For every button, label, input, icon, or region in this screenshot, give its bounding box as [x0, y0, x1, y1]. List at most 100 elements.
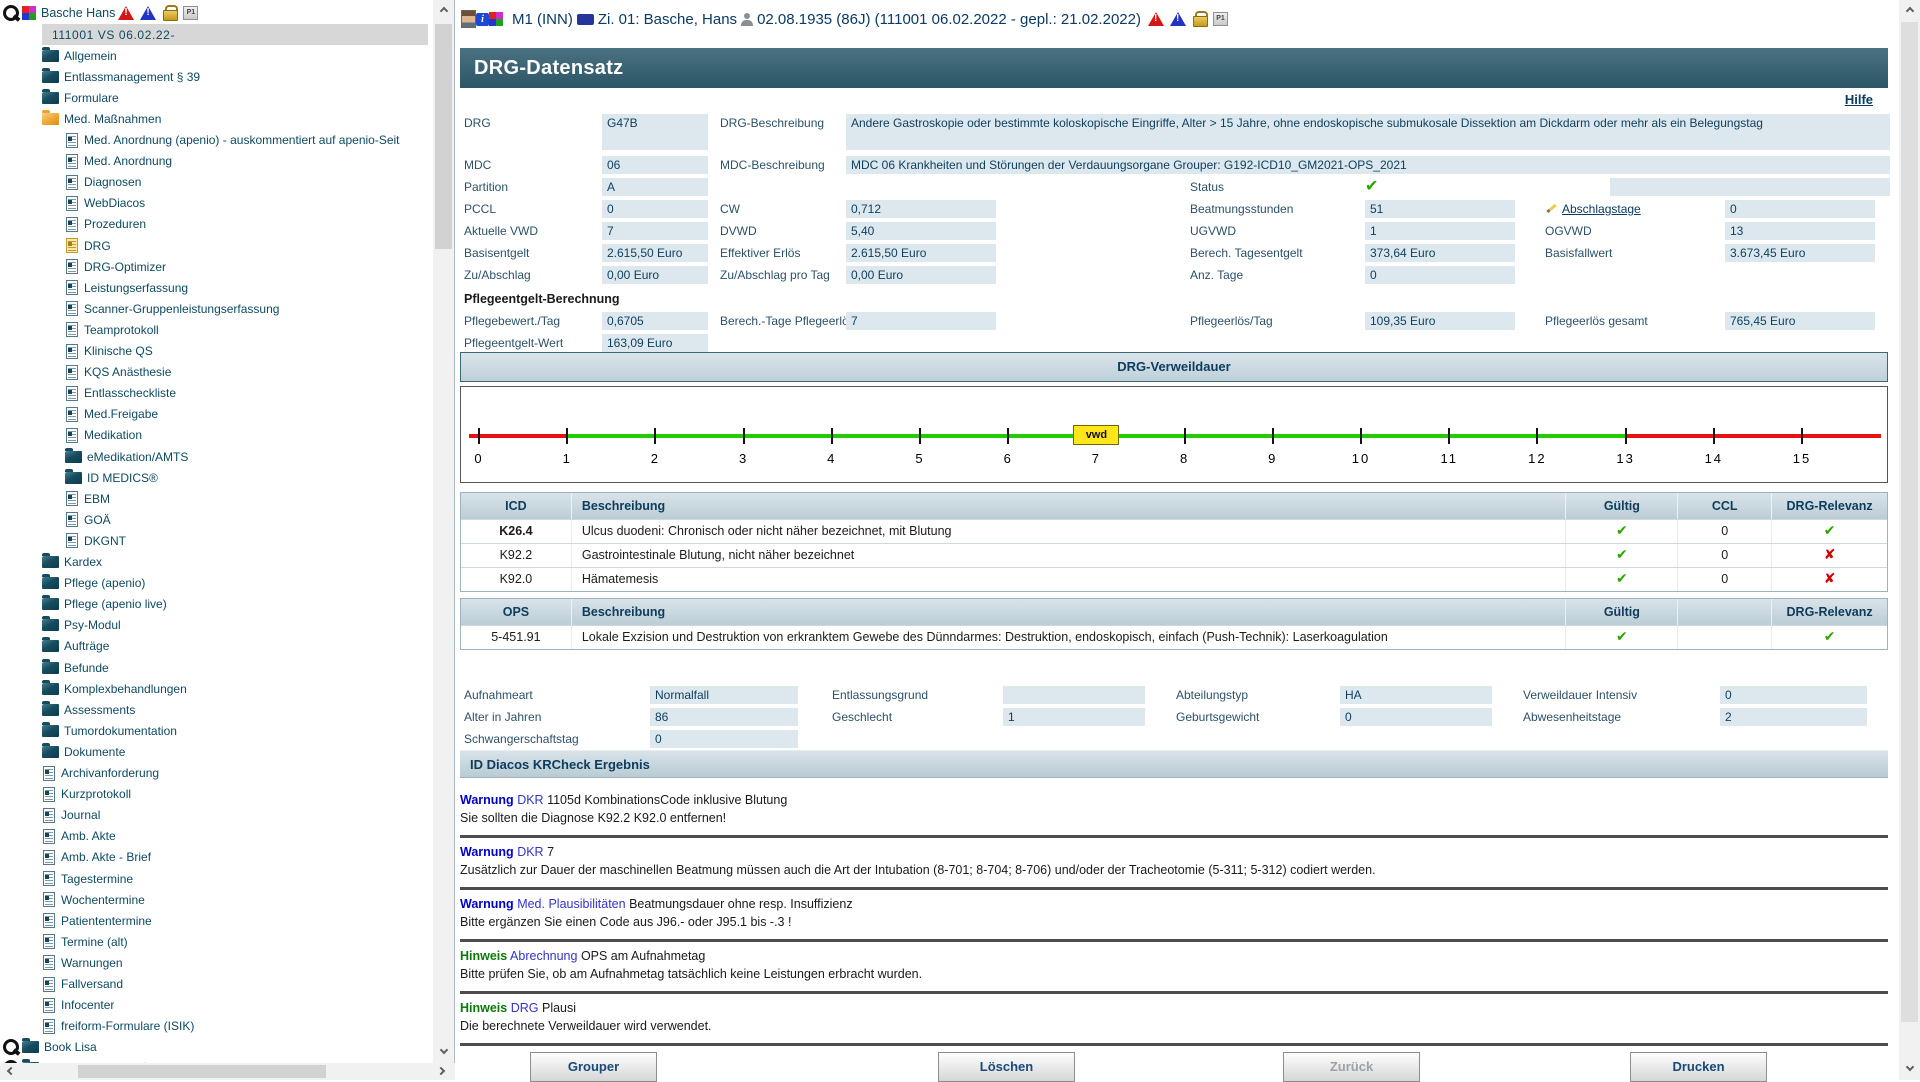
field-value-ugvwd[interactable]: 1	[1365, 222, 1515, 240]
loeschen-button[interactable]: Löschen	[938, 1052, 1075, 1082]
sidebar-item-go[interactable]: GOÄ	[65, 509, 111, 530]
sidebar-scroll-right-arrow[interactable]	[433, 1063, 454, 1080]
ops-row-5-451-91[interactable]: 5-451.91Lokale Exzision und Destruktion …	[461, 625, 1887, 649]
field-label-abschlagstage[interactable]: Abschlagstage	[1545, 202, 1641, 216]
sidebar-item-med-anordnung-apenio-auskommentiert-auf-ap[interactable]: Med. Anordnung (apenio) - auskommentiert…	[65, 130, 400, 151]
sidebar-item-befunde[interactable]: Befunde	[42, 657, 109, 678]
field-value-dvwd[interactable]: 5,40	[846, 222, 996, 240]
drucken-button[interactable]: Drucken	[1630, 1052, 1767, 1082]
sidebar-item-teamprotokoll[interactable]: Teamprotokoll	[65, 319, 159, 340]
field-value-effektiver_erloes[interactable]: 2.615,50 Euro	[846, 244, 996, 262]
sidebar-item-klinische-qs[interactable]: Klinische QS	[65, 341, 153, 362]
field-value-anz_tage[interactable]: 0	[1365, 266, 1515, 284]
field-value-berech_tagesentgelt[interactable]: 373,64 Euro	[1365, 244, 1515, 262]
sidebar-item-patiententermine[interactable]: Patiententermine	[42, 910, 152, 931]
field-value-pccl[interactable]: 0	[602, 200, 708, 218]
sidebar-item-assessments[interactable]: Assessments	[42, 699, 135, 720]
sidebar-item-formulare[interactable]: Formulare	[42, 87, 119, 108]
sidebar-vscroll-thumb[interactable]	[435, 24, 452, 249]
message-category-link[interactable]: DKR	[517, 793, 543, 807]
field-value-abteilungstyp[interactable]: HA	[1340, 686, 1492, 704]
icd-row-k26-4[interactable]: K26.4Ulcus duodeni: Chronisch oder nicht…	[461, 519, 1887, 543]
sidebar-item-diagnosen[interactable]: Diagnosen	[65, 172, 141, 193]
field-value-verweildauer_intensiv[interactable]: 0	[1720, 686, 1867, 704]
help-link[interactable]: Hilfe	[1845, 92, 1873, 107]
main-scroll-down-arrow[interactable]	[1899, 1060, 1920, 1078]
sidebar-scroll-up-arrow[interactable]	[433, 0, 454, 18]
sidebar-item-prozeduren[interactable]: Prozeduren	[65, 214, 146, 235]
field-value-mdc_beschreibung[interactable]: MDC 06 Krankheiten und Störungen der Ver…	[846, 156, 1890, 174]
main-vscroll-thumb[interactable]	[1901, 22, 1918, 1022]
field-value-drg[interactable]: G47B	[602, 114, 708, 150]
field-value-aktuelle_vwd[interactable]: 7	[602, 222, 708, 240]
message-category-link[interactable]: DKR	[517, 845, 543, 859]
field-value-partition[interactable]: A	[602, 178, 708, 196]
field-value-geburtsgewicht[interactable]: 0	[1340, 708, 1492, 726]
field-value-abwesenheitstage[interactable]: 2	[1720, 708, 1867, 726]
sidebar-item-auftr-ge[interactable]: Aufträge	[42, 636, 109, 657]
sidebar-item-med-anordnung[interactable]: Med. Anordnung	[65, 151, 172, 172]
sidebar-item-kurzprotokoll[interactable]: Kurzprotokoll	[42, 784, 131, 805]
patient-photo-icon[interactable]	[461, 10, 476, 28]
field-value-mdc[interactable]: 06	[602, 156, 708, 174]
icd-row-k92-0[interactable]: K92.0Hämatemesis✔0✘	[461, 567, 1887, 591]
sidebar-item-tagestermine[interactable]: Tagestermine	[42, 868, 133, 889]
main-vscrollbar[interactable]	[1899, 0, 1920, 1080]
field-value-berech_tage_pflegeerloes[interactable]: 7	[846, 312, 996, 330]
sidebar-item-entlasscheckliste[interactable]: Entlasscheckliste	[65, 383, 176, 404]
sidebar-item-emedikation-amts[interactable]: eMedikation/AMTS	[65, 446, 188, 467]
zurueck-button[interactable]: Zurück	[1283, 1052, 1420, 1082]
warning-red-icon[interactable]	[1148, 12, 1164, 26]
sidebar-item-drg-optimizer[interactable]: DRG-Optimizer	[65, 256, 166, 277]
sidebar-item-kardex[interactable]: Kardex	[42, 552, 102, 573]
message-category-link[interactable]: DRG	[511, 1001, 539, 1015]
field-value-cw[interactable]: 0,712	[846, 200, 996, 218]
sidebar-item-ebm[interactable]: EBM	[65, 488, 110, 509]
sidebar-item-scanner-gruppenleistungserfassung[interactable]: Scanner-Gruppenleistungserfassung	[65, 298, 279, 319]
field-value-pflegeentgelt_wert[interactable]: 163,09 Euro	[602, 334, 708, 352]
sidebar-scroll-left-arrow[interactable]	[0, 1063, 18, 1080]
sidebar-item-amb-akte-brief[interactable]: Amb. Akte - Brief	[42, 847, 151, 868]
field-value-pflegeerloes_gesamt[interactable]: 765,45 Euro	[1725, 312, 1875, 330]
sidebar-item-id-medics[interactable]: ID MEDICS®	[65, 467, 158, 488]
sidebar-item-termine-alt[interactable]: Termine (alt)	[42, 931, 128, 952]
field-value-entlassungsgrund[interactable]	[1003, 686, 1145, 704]
sidebar-item-med-freigabe[interactable]: Med.Freigabe	[65, 404, 158, 425]
sidebar-item-drg[interactable]: DRG	[65, 235, 111, 256]
sidebar-item-wochentermine[interactable]: Wochentermine	[42, 889, 145, 910]
field-value-basisfallwert[interactable]: 3.673,45 Euro	[1725, 244, 1875, 262]
sidebar-scroll-down-arrow[interactable]	[433, 1043, 454, 1061]
warning-blue-icon[interactable]	[1170, 12, 1186, 26]
message-category-link[interactable]: Abrechnung	[510, 949, 577, 963]
sidebar-item-infocenter[interactable]: Infocenter	[42, 995, 114, 1016]
field-value-aufnahmeart[interactable]: Normalfall	[650, 686, 798, 704]
icd-row-k92-2[interactable]: K92.2Gastrointestinale Blutung, nicht nä…	[461, 543, 1887, 567]
field-value-status-empty[interactable]	[1610, 178, 1890, 196]
field-value-zu_abschlag[interactable]: 0,00 Euro	[602, 266, 708, 284]
sidebar-item-dkgnt[interactable]: DKGNT	[65, 530, 126, 551]
sidebar-item-psy-modul[interactable]: Psy-Modul	[42, 615, 121, 636]
field-value-pflegebewert_tag[interactable]: 0,6705	[602, 312, 708, 330]
grouper-button[interactable]: Grouper	[530, 1052, 657, 1082]
sidebar-item-med-ma-nahmen[interactable]: Med. Maßnahmen	[42, 108, 161, 129]
sidebar-hscrollbar[interactable]	[0, 1063, 455, 1080]
info-icon[interactable]: i	[476, 13, 489, 26]
sidebar-item-leistungserfassung[interactable]: Leistungserfassung	[65, 277, 188, 298]
sidebar-item-kqs-an-sthesie[interactable]: KQS Anästhesie	[65, 362, 171, 383]
sidebar-item-tumordokumentation[interactable]: Tumordokumentation	[42, 720, 177, 741]
message-category-link[interactable]: Med. Plausibilitäten	[517, 897, 625, 911]
main-scroll-up-arrow[interactable]	[1899, 0, 1920, 18]
sidebar-item-pflege-apenio-live[interactable]: Pflege (apenio live)	[42, 594, 167, 615]
sidebar-item-warnungen[interactable]: Warnungen	[42, 952, 123, 973]
sidebar-item-pflege-apenio[interactable]: Pflege (apenio)	[42, 573, 145, 594]
sidebar-item-111001-vs-06-02-22[interactable]: 111001 VS 06.02.22-	[42, 24, 428, 45]
sidebar-item-medikation[interactable]: Medikation	[65, 425, 142, 446]
field-value-beatmungsstunden[interactable]: 51	[1365, 200, 1515, 218]
sidebar-item-webdiacos[interactable]: WebDiacos	[65, 193, 145, 214]
sidebar-hscroll-thumb[interactable]	[78, 1065, 326, 1078]
field-value-schwangerschaftstag[interactable]: 0	[650, 730, 798, 748]
sidebar-item-freiform-formulare-isik[interactable]: freiform-Formulare (ISIK)	[42, 1016, 194, 1037]
sidebar-item-komplexbehandlungen[interactable]: Komplexbehandlungen	[42, 678, 187, 699]
field-value-abschlagstage[interactable]: 0	[1725, 200, 1875, 218]
sidebar-item-archivanforderung[interactable]: Archivanforderung	[42, 763, 159, 784]
